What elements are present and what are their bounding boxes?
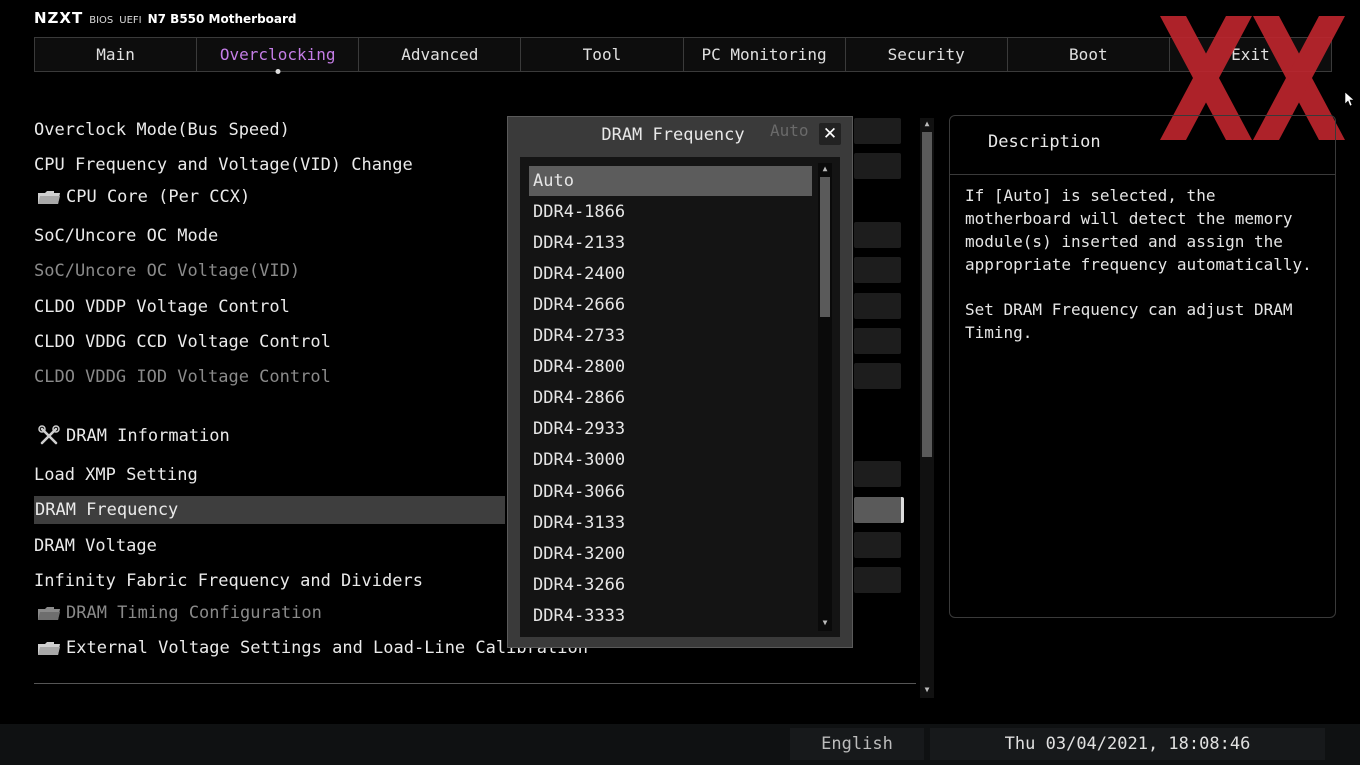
value-box: [854, 257, 901, 283]
value-box[interactable]: [854, 567, 901, 593]
option-item[interactable]: DDR4-3000: [529, 445, 812, 475]
uefi-label: UEFI: [119, 15, 142, 26]
option-item[interactable]: DDR4-3266: [529, 570, 812, 600]
tools-icon: [38, 425, 60, 445]
brand-header: NZXT BIOS UEFI N7 B550 Motherboard: [34, 9, 297, 29]
option-item[interactable]: DDR4-2933: [529, 414, 812, 444]
tab-boot[interactable]: Boot: [1008, 38, 1170, 71]
scrollbar-thumb[interactable]: [820, 177, 830, 317]
description-text: If [Auto] is selected, the motherboard w…: [965, 186, 1312, 274]
setting-label: CLDO VDDG IOD Voltage Control: [34, 367, 331, 387]
scroll-up-icon[interactable]: ▲: [818, 163, 832, 175]
setting-external-voltage[interactable]: External Voltage Settings and Load-Line …: [34, 634, 588, 662]
setting-label: DRAM Information: [66, 426, 230, 446]
option-item[interactable]: DDR4-3133: [529, 508, 812, 538]
setting-dram-timing-configuration: DRAM Timing Configuration: [34, 599, 322, 627]
setting-cldo-vddp[interactable]: CLDO VDDP Voltage Control: [34, 293, 290, 321]
setting-dram-information[interactable]: DRAM Information: [34, 422, 230, 450]
mouse-cursor-icon: [1345, 92, 1355, 106]
option-item[interactable]: DDR4-3200: [529, 539, 812, 569]
value-box[interactable]: [854, 153, 901, 179]
value-box[interactable]: [854, 118, 901, 144]
setting-label: SoC/Uncore OC Mode: [34, 226, 219, 246]
scroll-down-icon[interactable]: ▼: [920, 684, 934, 696]
value-box[interactable]: [854, 328, 901, 354]
setting-dram-frequency[interactable]: DRAM Frequency: [34, 496, 505, 524]
setting-cldo-vddg-iod: CLDO VDDG IOD Voltage Control: [34, 363, 331, 391]
description-panel: Description If [Auto] is selected, the m…: [949, 115, 1336, 618]
setting-label: Overclock Mode(Bus Speed): [34, 120, 290, 140]
value-box[interactable]: [854, 293, 901, 319]
scroll-up-icon[interactable]: ▲: [920, 118, 934, 130]
setting-label: Infinity Fabric Frequency and Dividers: [34, 571, 423, 591]
setting-infinity-fabric[interactable]: Infinity Fabric Frequency and Dividers: [34, 567, 423, 595]
bios-label: BIOS: [89, 15, 114, 26]
setting-soc-uncore-oc-voltage: SoC/Uncore OC Voltage(VID): [34, 257, 300, 285]
option-item[interactable]: DDR4-2400: [529, 259, 812, 289]
option-item-selected[interactable]: Auto: [529, 166, 812, 196]
scrollbar-thumb[interactable]: [922, 132, 932, 457]
option-item[interactable]: DDR4-2733: [529, 321, 812, 351]
setting-label: DRAM Timing Configuration: [66, 603, 322, 623]
option-item[interactable]: DDR4-3066: [529, 477, 812, 507]
folder-icon: [38, 191, 60, 204]
value-box: [854, 363, 901, 389]
setting-label: DRAM Voltage: [34, 536, 157, 556]
option-item[interactable]: DDR4-2666: [529, 290, 812, 320]
option-item[interactable]: DDR4-2866: [529, 383, 812, 413]
description-title: Description: [988, 132, 1101, 152]
scroll-down-icon[interactable]: ▼: [818, 617, 832, 629]
frequency-option-list: Auto DDR4-1866 DDR4-2133 DDR4-2400 DDR4-…: [520, 157, 840, 637]
description-text: Set DRAM Frequency can adjust DRAM Timin…: [965, 300, 1293, 342]
tab-main[interactable]: Main: [35, 38, 198, 71]
setting-load-xmp[interactable]: Load XMP Setting: [34, 461, 198, 489]
setting-label: CPU Frequency and Voltage(VID) Change: [34, 155, 413, 175]
value-box-selected[interactable]: [854, 497, 904, 523]
setting-cpu-core[interactable]: CPU Core (Per CCX): [34, 183, 250, 211]
tab-overclocking[interactable]: Overclocking: [197, 38, 360, 71]
folder-icon: [38, 642, 60, 655]
model-name: N7 B550 Motherboard: [147, 12, 297, 26]
option-item[interactable]: DDR4-1866: [529, 197, 812, 227]
language-selector[interactable]: English: [790, 728, 924, 760]
tab-security[interactable]: Security: [846, 38, 1008, 71]
option-item[interactable]: DDR4-2133: [529, 228, 812, 258]
popup-scrollbar[interactable]: ▲ ▼: [818, 163, 832, 631]
setting-label: CLDO VDDP Voltage Control: [34, 297, 290, 317]
value-box[interactable]: [854, 461, 901, 487]
setting-label: SoC/Uncore OC Voltage(VID): [34, 261, 301, 281]
setting-label: CPU Core (Per CCX): [66, 187, 251, 207]
setting-cldo-vddg-ccd[interactable]: CLDO VDDG CCD Voltage Control: [34, 328, 331, 356]
dram-frequency-popup: DRAM Frequency Auto ✕ Auto DDR4-1866 DDR…: [507, 116, 853, 648]
tab-advanced[interactable]: Advanced: [359, 38, 522, 71]
setting-label: Load XMP Setting: [34, 465, 198, 485]
description-header: Description: [950, 116, 1335, 175]
popup-current-value: Auto: [770, 121, 809, 140]
close-icon[interactable]: ✕: [819, 123, 841, 145]
setting-label: CLDO VDDG CCD Voltage Control: [34, 332, 331, 352]
folder-icon: [38, 607, 60, 620]
main-tabs: Main Overclocking Advanced Tool PC Monit…: [34, 37, 1332, 72]
description-body: If [Auto] is selected, the motherboard w…: [965, 184, 1325, 366]
setting-soc-uncore-oc-mode[interactable]: SoC/Uncore OC Mode: [34, 222, 218, 250]
settings-scrollbar[interactable]: ▲ ▼: [920, 118, 934, 698]
tab-pc-monitoring[interactable]: PC Monitoring: [684, 38, 846, 71]
tab-tool[interactable]: Tool: [521, 38, 684, 71]
setting-overclock-mode[interactable]: Overclock Mode(Bus Speed): [34, 116, 290, 144]
setting-dram-voltage[interactable]: DRAM Voltage: [34, 532, 157, 560]
setting-label: DRAM Frequency: [35, 500, 179, 520]
list-divider: [34, 683, 916, 684]
setting-cpu-frequency-voltage[interactable]: CPU Frequency and Voltage(VID) Change: [34, 151, 413, 179]
nzxt-logo: NZXT: [34, 9, 84, 27]
value-box[interactable]: [854, 532, 901, 558]
option-item[interactable]: DDR4-2800: [529, 352, 812, 382]
option-item[interactable]: DDR4-3333: [529, 601, 812, 631]
date-time[interactable]: Thu 03/04/2021, 18:08:46: [930, 728, 1325, 760]
value-box[interactable]: [854, 222, 901, 248]
